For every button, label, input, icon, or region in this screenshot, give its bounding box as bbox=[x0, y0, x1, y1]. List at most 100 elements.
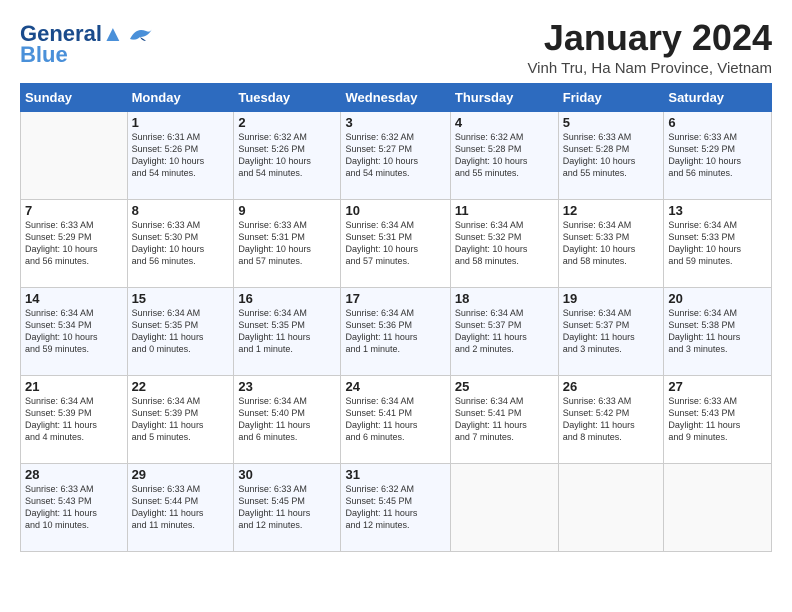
day-info: Sunrise: 6:33 AM Sunset: 5:29 PM Dayligh… bbox=[25, 219, 123, 268]
calendar-cell: 29Sunrise: 6:33 AM Sunset: 5:44 PM Dayli… bbox=[127, 463, 234, 551]
day-number: 26 bbox=[563, 379, 660, 394]
day-info: Sunrise: 6:33 AM Sunset: 5:29 PM Dayligh… bbox=[668, 131, 767, 180]
day-info: Sunrise: 6:34 AM Sunset: 5:38 PM Dayligh… bbox=[668, 307, 767, 356]
location: Vinh Tru, Ha Nam Province, Vietnam bbox=[527, 60, 772, 77]
calendar-cell bbox=[450, 463, 558, 551]
day-number: 1 bbox=[132, 115, 230, 130]
day-info: Sunrise: 6:33 AM Sunset: 5:28 PM Dayligh… bbox=[563, 131, 660, 180]
day-number: 22 bbox=[132, 379, 230, 394]
day-info: Sunrise: 6:34 AM Sunset: 5:37 PM Dayligh… bbox=[563, 307, 660, 356]
month-title: January 2024 bbox=[527, 18, 772, 58]
day-info: Sunrise: 6:34 AM Sunset: 5:41 PM Dayligh… bbox=[455, 395, 554, 444]
calendar-cell: 26Sunrise: 6:33 AM Sunset: 5:42 PM Dayli… bbox=[558, 375, 664, 463]
calendar-cell: 25Sunrise: 6:34 AM Sunset: 5:41 PM Dayli… bbox=[450, 375, 558, 463]
day-info: Sunrise: 6:34 AM Sunset: 5:33 PM Dayligh… bbox=[563, 219, 660, 268]
calendar-cell: 17Sunrise: 6:34 AM Sunset: 5:36 PM Dayli… bbox=[341, 287, 450, 375]
logo: General▲ Blue bbox=[20, 22, 154, 68]
calendar-cell: 30Sunrise: 6:33 AM Sunset: 5:45 PM Dayli… bbox=[234, 463, 341, 551]
day-info: Sunrise: 6:34 AM Sunset: 5:37 PM Dayligh… bbox=[455, 307, 554, 356]
calendar-cell: 13Sunrise: 6:34 AM Sunset: 5:33 PM Dayli… bbox=[664, 199, 772, 287]
day-info: Sunrise: 6:34 AM Sunset: 5:40 PM Dayligh… bbox=[238, 395, 336, 444]
calendar-cell: 28Sunrise: 6:33 AM Sunset: 5:43 PM Dayli… bbox=[21, 463, 128, 551]
day-number: 17 bbox=[345, 291, 445, 306]
calendar-cell: 23Sunrise: 6:34 AM Sunset: 5:40 PM Dayli… bbox=[234, 375, 341, 463]
day-number: 11 bbox=[455, 203, 554, 218]
weekday-header-tuesday: Tuesday bbox=[234, 83, 341, 111]
day-info: Sunrise: 6:33 AM Sunset: 5:30 PM Dayligh… bbox=[132, 219, 230, 268]
day-number: 21 bbox=[25, 379, 123, 394]
calendar-cell: 24Sunrise: 6:34 AM Sunset: 5:41 PM Dayli… bbox=[341, 375, 450, 463]
day-number: 3 bbox=[345, 115, 445, 130]
calendar-cell bbox=[21, 111, 128, 199]
day-info: Sunrise: 6:33 AM Sunset: 5:45 PM Dayligh… bbox=[238, 483, 336, 532]
week-row-4: 21Sunrise: 6:34 AM Sunset: 5:39 PM Dayli… bbox=[21, 375, 772, 463]
calendar-cell: 22Sunrise: 6:34 AM Sunset: 5:39 PM Dayli… bbox=[127, 375, 234, 463]
day-number: 31 bbox=[345, 467, 445, 482]
day-number: 8 bbox=[132, 203, 230, 218]
weekday-header-thursday: Thursday bbox=[450, 83, 558, 111]
day-number: 10 bbox=[345, 203, 445, 218]
day-number: 5 bbox=[563, 115, 660, 130]
week-row-5: 28Sunrise: 6:33 AM Sunset: 5:43 PM Dayli… bbox=[21, 463, 772, 551]
weekday-header-wednesday: Wednesday bbox=[341, 83, 450, 111]
day-number: 28 bbox=[25, 467, 123, 482]
day-info: Sunrise: 6:34 AM Sunset: 5:35 PM Dayligh… bbox=[132, 307, 230, 356]
day-info: Sunrise: 6:34 AM Sunset: 5:39 PM Dayligh… bbox=[25, 395, 123, 444]
calendar-cell: 9Sunrise: 6:33 AM Sunset: 5:31 PM Daylig… bbox=[234, 199, 341, 287]
day-number: 15 bbox=[132, 291, 230, 306]
calendar-cell: 10Sunrise: 6:34 AM Sunset: 5:31 PM Dayli… bbox=[341, 199, 450, 287]
day-info: Sunrise: 6:33 AM Sunset: 5:43 PM Dayligh… bbox=[25, 483, 123, 532]
day-number: 6 bbox=[668, 115, 767, 130]
day-number: 2 bbox=[238, 115, 336, 130]
header: General▲ Blue January 2024 Vinh Tru, Ha … bbox=[20, 18, 772, 77]
day-info: Sunrise: 6:33 AM Sunset: 5:42 PM Dayligh… bbox=[563, 395, 660, 444]
day-info: Sunrise: 6:32 AM Sunset: 5:45 PM Dayligh… bbox=[345, 483, 445, 532]
day-info: Sunrise: 6:34 AM Sunset: 5:39 PM Dayligh… bbox=[132, 395, 230, 444]
day-number: 16 bbox=[238, 291, 336, 306]
day-number: 19 bbox=[563, 291, 660, 306]
calendar-body: 1Sunrise: 6:31 AM Sunset: 5:26 PM Daylig… bbox=[21, 111, 772, 551]
page: General▲ Blue January 2024 Vinh Tru, Ha … bbox=[0, 0, 792, 562]
day-number: 23 bbox=[238, 379, 336, 394]
calendar-cell: 21Sunrise: 6:34 AM Sunset: 5:39 PM Dayli… bbox=[21, 375, 128, 463]
day-number: 25 bbox=[455, 379, 554, 394]
day-info: Sunrise: 6:34 AM Sunset: 5:32 PM Dayligh… bbox=[455, 219, 554, 268]
day-info: Sunrise: 6:32 AM Sunset: 5:26 PM Dayligh… bbox=[238, 131, 336, 180]
day-info: Sunrise: 6:33 AM Sunset: 5:44 PM Dayligh… bbox=[132, 483, 230, 532]
calendar-cell bbox=[558, 463, 664, 551]
calendar-cell: 20Sunrise: 6:34 AM Sunset: 5:38 PM Dayli… bbox=[664, 287, 772, 375]
day-info: Sunrise: 6:32 AM Sunset: 5:28 PM Dayligh… bbox=[455, 131, 554, 180]
calendar-cell: 2Sunrise: 6:32 AM Sunset: 5:26 PM Daylig… bbox=[234, 111, 341, 199]
day-number: 7 bbox=[25, 203, 123, 218]
day-number: 20 bbox=[668, 291, 767, 306]
day-number: 27 bbox=[668, 379, 767, 394]
week-row-1: 1Sunrise: 6:31 AM Sunset: 5:26 PM Daylig… bbox=[21, 111, 772, 199]
calendar-cell: 14Sunrise: 6:34 AM Sunset: 5:34 PM Dayli… bbox=[21, 287, 128, 375]
day-info: Sunrise: 6:33 AM Sunset: 5:31 PM Dayligh… bbox=[238, 219, 336, 268]
day-info: Sunrise: 6:32 AM Sunset: 5:27 PM Dayligh… bbox=[345, 131, 445, 180]
calendar-cell: 12Sunrise: 6:34 AM Sunset: 5:33 PM Dayli… bbox=[558, 199, 664, 287]
calendar-cell: 27Sunrise: 6:33 AM Sunset: 5:43 PM Dayli… bbox=[664, 375, 772, 463]
calendar-cell: 31Sunrise: 6:32 AM Sunset: 5:45 PM Dayli… bbox=[341, 463, 450, 551]
calendar-cell: 8Sunrise: 6:33 AM Sunset: 5:30 PM Daylig… bbox=[127, 199, 234, 287]
day-number: 14 bbox=[25, 291, 123, 306]
day-info: Sunrise: 6:34 AM Sunset: 5:34 PM Dayligh… bbox=[25, 307, 123, 356]
day-info: Sunrise: 6:34 AM Sunset: 5:31 PM Dayligh… bbox=[345, 219, 445, 268]
day-number: 29 bbox=[132, 467, 230, 482]
calendar-cell: 11Sunrise: 6:34 AM Sunset: 5:32 PM Dayli… bbox=[450, 199, 558, 287]
week-row-2: 7Sunrise: 6:33 AM Sunset: 5:29 PM Daylig… bbox=[21, 199, 772, 287]
day-number: 4 bbox=[455, 115, 554, 130]
calendar-cell: 4Sunrise: 6:32 AM Sunset: 5:28 PM Daylig… bbox=[450, 111, 558, 199]
calendar-cell: 1Sunrise: 6:31 AM Sunset: 5:26 PM Daylig… bbox=[127, 111, 234, 199]
logo-bird-icon bbox=[126, 23, 154, 45]
title-block: January 2024 Vinh Tru, Ha Nam Province, … bbox=[527, 18, 772, 77]
calendar-cell: 19Sunrise: 6:34 AM Sunset: 5:37 PM Dayli… bbox=[558, 287, 664, 375]
calendar-cell: 3Sunrise: 6:32 AM Sunset: 5:27 PM Daylig… bbox=[341, 111, 450, 199]
day-info: Sunrise: 6:33 AM Sunset: 5:43 PM Dayligh… bbox=[668, 395, 767, 444]
day-number: 30 bbox=[238, 467, 336, 482]
weekday-header-sunday: Sunday bbox=[21, 83, 128, 111]
day-number: 24 bbox=[345, 379, 445, 394]
calendar-cell: 7Sunrise: 6:33 AM Sunset: 5:29 PM Daylig… bbox=[21, 199, 128, 287]
day-number: 12 bbox=[563, 203, 660, 218]
week-row-3: 14Sunrise: 6:34 AM Sunset: 5:34 PM Dayli… bbox=[21, 287, 772, 375]
